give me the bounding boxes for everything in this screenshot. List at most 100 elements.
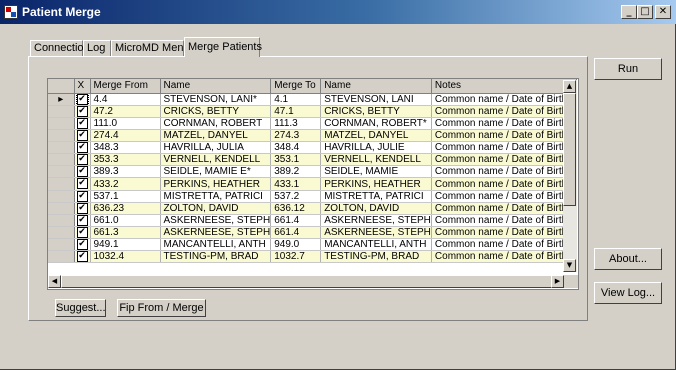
notes-cell[interactable]: Common name / Date of Birth xyxy=(431,153,577,167)
horizontal-scrollbar[interactable]: ◀ ▶ xyxy=(48,275,564,288)
row-header[interactable] xyxy=(48,190,75,203)
from-name-cell[interactable]: MISTRETTA, PATRICI xyxy=(160,190,272,203)
notes-cell[interactable]: Common name / Date of Birth xyxy=(431,165,577,179)
notes-cell[interactable]: Common name / Date of Birth xyxy=(431,105,577,118)
merge-checkbox[interactable]: ✔ xyxy=(76,214,88,226)
merge-from-cell[interactable]: 661.0 xyxy=(90,214,161,228)
to-name-cell[interactable]: STEVENSON, LANI xyxy=(320,93,432,106)
table-row[interactable]: ✔ 353.3 VERNELL, KENDELL 353.1 VERNELL, KEND… xyxy=(48,153,577,167)
from-name-cell[interactable]: ASKERNEESE, STEPH xyxy=(160,226,272,240)
column-header-notes[interactable]: Notes xyxy=(431,79,577,94)
merge-to-cell[interactable]: 47.1 xyxy=(270,105,322,118)
merge-checkbox[interactable]: ✔ xyxy=(76,178,88,190)
merge-checkbox[interactable]: ✔ xyxy=(76,129,88,141)
merge-checkbox[interactable]: ✔ xyxy=(76,105,88,117)
merge-to-cell[interactable]: 1032.7 xyxy=(270,250,322,264)
to-name-cell[interactable]: MISTRETTA, PATRICI xyxy=(320,190,432,203)
suggest-button[interactable]: Suggest... xyxy=(55,299,106,317)
to-name-cell[interactable]: VERNELL, KENDELL xyxy=(320,153,432,167)
notes-cell[interactable]: Common name / Date of Birth xyxy=(431,141,577,155)
from-name-cell[interactable]: ASKERNEESE, STEPH xyxy=(160,214,272,228)
column-header-x[interactable]: X xyxy=(74,79,91,94)
table-row[interactable]: ✔ 389.3 SEIDLE, MAMIE E* 389.2 SEIDLE, MAMIE… xyxy=(48,165,577,179)
table-row[interactable]: ✔ 537.1 MISTRETTA, PATRICI 537.2 MISTRETTA, … xyxy=(48,190,577,203)
table-row[interactable]: ✔ 949.1 MANCANTELLI, ANTH 949.0 MANCANTELLI,… xyxy=(48,238,577,252)
merge-checkbox[interactable]: ✔ xyxy=(75,93,89,105)
merge-to-cell[interactable]: 4.1 xyxy=(270,93,322,106)
table-row[interactable]: ✔ 111.0 CORNMAN, ROBERT 111.3 CORNMAN, ROBER… xyxy=(48,117,577,130)
from-name-cell[interactable]: HAVRILLA, JULIA xyxy=(160,141,272,155)
merge-from-cell[interactable]: 433.2 xyxy=(90,177,161,191)
row-header[interactable] xyxy=(48,177,75,191)
merge-checkbox[interactable]: ✔ xyxy=(76,251,88,262)
table-row[interactable]: ✔ 661.3 ASKERNEESE, STEPH 661.4 ASKERNEESE, … xyxy=(48,226,577,240)
merge-checkbox[interactable]: ✔ xyxy=(76,166,88,177)
vertical-scroll-thumb[interactable] xyxy=(563,93,576,206)
column-header-merge-to[interactable]: Merge To xyxy=(270,79,322,94)
merge-to-cell[interactable]: 389.2 xyxy=(270,165,322,179)
close-button[interactable]: ✕ xyxy=(655,5,671,19)
scroll-down-arrow-icon[interactable]: ▼ xyxy=(563,259,576,272)
from-name-cell[interactable]: TESTING-PM, BRAD xyxy=(160,250,272,264)
flip-from-merge-button[interactable]: Fip From / Merge xyxy=(117,299,206,317)
maximize-button[interactable]: □ xyxy=(637,5,653,19)
merge-checkbox[interactable]: ✔ xyxy=(76,190,88,202)
to-name-cell[interactable]: MATZEL, DANYEL xyxy=(320,129,432,143)
to-name-cell[interactable]: HAVRILLA, JULIE xyxy=(320,141,432,155)
merge-from-cell[interactable]: 389.3 xyxy=(90,165,161,179)
from-name-cell[interactable]: ZOLTON, DAVID xyxy=(160,202,272,215)
row-header[interactable] xyxy=(48,238,75,252)
merge-checkbox[interactable]: ✔ xyxy=(76,142,88,153)
minimize-button[interactable]: _ xyxy=(621,5,637,19)
merge-from-cell[interactable]: 661.3 xyxy=(90,226,161,240)
notes-cell[interactable]: Common name / Date of Birth xyxy=(431,238,577,252)
merge-from-cell[interactable]: 949.1 xyxy=(90,238,161,252)
from-name-cell[interactable]: STEVENSON, LANI* xyxy=(160,93,272,106)
notes-cell[interactable]: Common name / Date of Birth xyxy=(431,202,577,215)
notes-cell[interactable]: Common name / Date of Birth xyxy=(431,190,577,203)
to-name-cell[interactable]: CRICKS, BETTY xyxy=(320,105,432,118)
to-name-cell[interactable]: ASKERNEESE, STEPH xyxy=(320,226,432,240)
from-name-cell[interactable]: CRICKS, BETTY xyxy=(160,105,272,118)
from-name-cell[interactable]: MANCANTELLI, ANTH xyxy=(160,238,272,252)
merge-from-cell[interactable]: 348.3 xyxy=(90,141,161,155)
to-name-cell[interactable]: CORNMAN, ROBERT* xyxy=(320,117,432,130)
view-log-button[interactable]: View Log... xyxy=(594,282,662,304)
row-header[interactable] xyxy=(48,250,75,264)
merge-to-cell[interactable]: 111.3 xyxy=(270,117,322,130)
notes-cell[interactable]: Common name / Date of Birth xyxy=(431,117,577,130)
table-row[interactable]: ✔ 433.2 PERKINS, HEATHER 433.1 PERKINS, HEAT… xyxy=(48,177,577,191)
merge-from-cell[interactable]: 1032.4 xyxy=(90,250,161,264)
title-bar[interactable]: Patient Merge _ □ ✕ xyxy=(0,0,676,24)
merge-from-cell[interactable]: 4.4 xyxy=(90,93,161,106)
notes-cell[interactable]: Common name / Date of Birth xyxy=(431,129,577,143)
merge-to-cell[interactable]: 274.3 xyxy=(270,129,322,143)
scroll-up-arrow-icon[interactable]: ▲ xyxy=(563,80,576,93)
column-header-to-name[interactable]: Name xyxy=(320,79,432,94)
row-header[interactable]: ▸ xyxy=(48,93,75,106)
merge-to-cell[interactable]: 348.4 xyxy=(270,141,322,155)
to-name-cell[interactable]: ASKERNEESE, STEPH xyxy=(320,214,432,228)
merge-to-cell[interactable]: 433.1 xyxy=(270,177,322,191)
table-row[interactable]: ✔ 47.2 CRICKS, BETTY 47.1 CRICKS, BETTY Commo… xyxy=(48,105,577,118)
notes-cell[interactable]: Common name / Date of Birth xyxy=(431,250,577,264)
merge-to-cell[interactable]: 636.12 xyxy=(270,202,322,215)
table-row[interactable]: ✔ 636.23 ZOLTON, DAVID 636.12 ZOLTON, DAVID C… xyxy=(48,202,577,215)
row-header[interactable] xyxy=(48,202,75,215)
row-header[interactable] xyxy=(48,214,75,228)
row-header[interactable] xyxy=(48,105,75,118)
to-name-cell[interactable]: SEIDLE, MAMIE xyxy=(320,165,432,179)
merge-checkbox[interactable]: ✔ xyxy=(76,202,88,214)
merge-checkbox[interactable]: ✔ xyxy=(76,154,88,165)
merge-from-cell[interactable]: 636.23 xyxy=(90,202,161,215)
table-row[interactable]: ✔ 274.4 MATZEL, DANYEL 274.3 MATZEL, DANYEL C… xyxy=(48,129,577,143)
to-name-cell[interactable]: PERKINS, HEATHER xyxy=(320,177,432,191)
row-header[interactable] xyxy=(48,226,75,240)
merge-checkbox[interactable]: ✔ xyxy=(76,117,88,129)
tab-log[interactable]: Log xyxy=(83,40,111,56)
merge-to-cell[interactable]: 949.0 xyxy=(270,238,322,252)
vertical-scrollbar[interactable]: ▲ ▼ xyxy=(563,80,577,272)
from-name-cell[interactable]: MATZEL, DANYEL xyxy=(160,129,272,143)
notes-cell[interactable]: Common name / Date of Birth xyxy=(431,93,577,106)
row-header[interactable] xyxy=(48,117,75,130)
